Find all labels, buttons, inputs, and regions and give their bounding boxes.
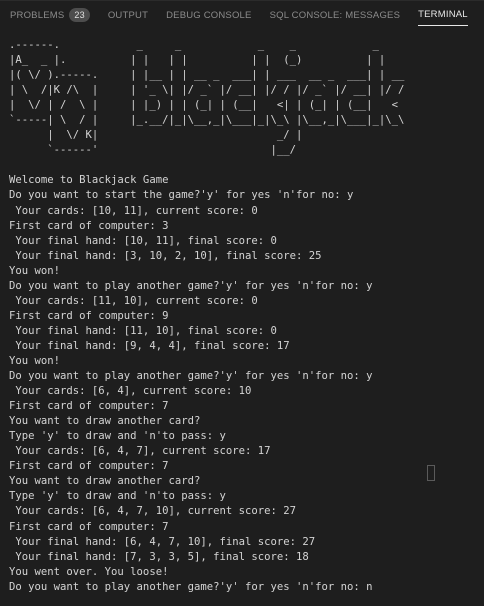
- terminal-line: You want to draw another card?: [9, 415, 201, 428]
- terminal-line: Type 'y' to draw and 'n'to pass: y: [9, 430, 226, 443]
- tab-sql-console-messages[interactable]: SQL CONSOLE: MESSAGES: [270, 4, 401, 26]
- tab-terminal-label: TERMINAL: [418, 9, 468, 20]
- terminal-line: | \/ | / \ | | |_) | | (_| | (__| <| | (…: [9, 99, 399, 112]
- terminal-line: Welcome to Blackjack Game: [9, 174, 169, 187]
- terminal-line: .------. _ _ _ _ _: [9, 39, 379, 51]
- terminal-cursor: [427, 465, 435, 481]
- tab-debug-console-label: DEBUG CONSOLE: [166, 9, 252, 21]
- terminal-line: Your cards: [6, 4], current score: 10: [9, 385, 252, 398]
- tab-terminal[interactable]: TERMINAL: [418, 4, 468, 26]
- terminal-line: You went over. You loose!: [9, 565, 169, 578]
- terminal-line: Your final hand: [6, 4, 7, 10], final sc…: [9, 535, 316, 548]
- terminal-line: First card of computer: 7: [9, 460, 169, 473]
- terminal-line: Do you want to play another game?'y' for…: [9, 580, 373, 593]
- terminal-line: First card of computer: 3: [9, 219, 169, 232]
- terminal-line: Your cards: [11, 10], current score: 0: [9, 294, 258, 307]
- terminal-line: Your final hand: [9, 4, 4], final score:…: [9, 339, 290, 352]
- tab-debug-console[interactable]: DEBUG CONSOLE: [166, 4, 251, 26]
- terminal-line: You want to draw another card?: [9, 475, 201, 488]
- terminal-output[interactable]: .------. _ _ _ _ _ |A_ _ |. | | | | | | (…: [0, 38, 484, 606]
- terminal-line: You won!: [9, 354, 61, 367]
- terminal-line: Your cards: [6, 4, 7, 10], current score…: [9, 505, 297, 518]
- terminal-line: | \/ K| _/ |: [9, 129, 303, 142]
- terminal-line: |( \/ ).-----. | |__ | | __ _ ___| | ___…: [9, 69, 405, 82]
- tab-problems-label: PROBLEMS: [10, 9, 65, 21]
- terminal-line: `-----| \ / | |_.__/|_|\__,_|\___|_|\_\ …: [9, 114, 405, 127]
- terminal-line: `------' |__/: [9, 144, 297, 157]
- terminal-line: Your cards: [10, 11], current score: 0: [9, 204, 258, 217]
- terminal-line: |A_ _ |. | | | | | | (_) | |: [9, 54, 386, 67]
- terminal-line: Do you want to play another game?'y' for…: [9, 279, 373, 292]
- tab-output-label: OUTPUT: [107, 9, 149, 21]
- terminal-line: Your final hand: [11, 10], final score: …: [9, 324, 277, 337]
- panel-tab-bar: PROBLEMS 23 OUTPUT DEBUG CONSOLE SQL CON…: [0, 0, 484, 26]
- terminal-line: Your cards: [6, 4, 7], current score: 17: [9, 445, 271, 458]
- tab-output[interactable]: OUTPUT: [108, 4, 148, 26]
- terminal-line: You won!: [9, 264, 61, 277]
- terminal-line: Your final hand: [3, 10, 2, 10], final s…: [9, 249, 322, 262]
- terminal-line: Type 'y' to draw and 'n'to pass: y: [9, 490, 226, 503]
- terminal-line: | \ /|K /\ | | '_ \| |/ _` |/ __| |/ / |…: [9, 84, 405, 97]
- terminal-line: First card of computer: 9: [9, 309, 169, 322]
- terminal-line: First card of computer: 7: [9, 520, 169, 533]
- terminal-line: Do you want to play another game?'y' for…: [9, 370, 373, 383]
- terminal-line: First card of computer: 7: [9, 400, 169, 413]
- terminal-scrollbar[interactable]: [474, 26, 484, 606]
- tab-problems[interactable]: PROBLEMS 23: [10, 4, 90, 26]
- problems-count-badge: 23: [69, 8, 90, 22]
- terminal-line: Do you want to start the game?'y' for ye…: [9, 189, 354, 202]
- terminal-line: Your final hand: [10, 11], final score: …: [9, 234, 277, 247]
- terminal-line: Your final hand: [7, 3, 3, 5], final sco…: [9, 550, 309, 563]
- tab-sql-console-messages-label: SQL CONSOLE: MESSAGES: [269, 9, 401, 21]
